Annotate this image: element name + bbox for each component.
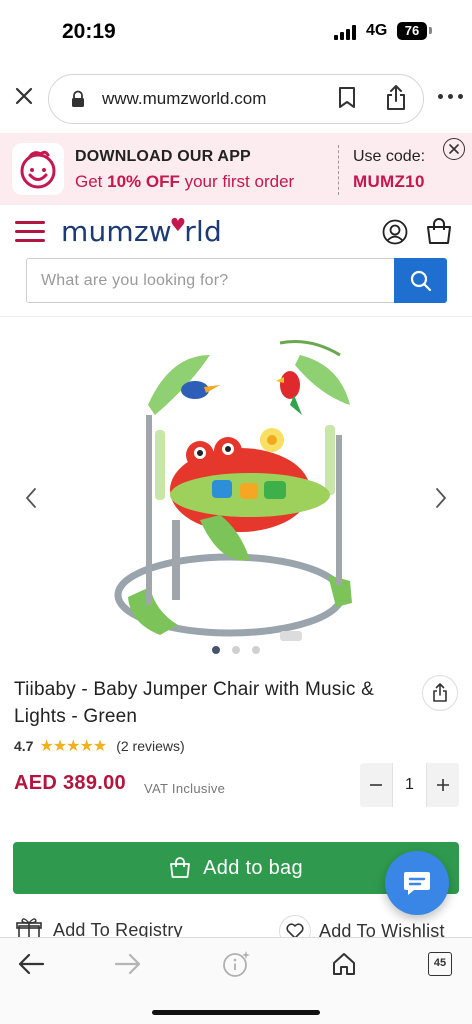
banner-sub-suffix: your first order	[179, 172, 295, 191]
app-download-banner[interactable]: DOWNLOAD OUR APP Get 10% OFF your first …	[0, 133, 472, 205]
bookmark-icon[interactable]	[337, 86, 357, 115]
browser-url-bar: www.mumzworld.com	[0, 68, 472, 128]
product-price: AED 389.00	[14, 772, 126, 794]
signal-icon	[334, 24, 358, 40]
reviews-link[interactable]: (2 reviews)	[116, 738, 184, 754]
search-input[interactable]	[27, 259, 394, 302]
forward-arrow-icon[interactable]	[114, 952, 142, 981]
product-share-button[interactable]	[422, 675, 458, 711]
network-type: 4G	[366, 22, 388, 39]
carousel-dot[interactable]	[252, 646, 260, 654]
carousel-next-button[interactable]	[422, 479, 460, 517]
banner-divider	[338, 145, 339, 195]
site-header: mumzw♥rld	[0, 207, 472, 257]
banner-title: DOWNLOAD OUR APP	[75, 148, 251, 165]
search-icon	[410, 270, 431, 291]
product-image[interactable]	[100, 335, 370, 655]
banner-sub-discount: 10% OFF	[107, 172, 180, 191]
carousel-dot[interactable]	[212, 646, 220, 654]
more-icon[interactable]	[438, 94, 464, 100]
home-indicator	[152, 1010, 320, 1015]
rating-value: 4.7	[14, 738, 34, 754]
share-icon[interactable]	[385, 84, 407, 117]
quantity-value[interactable]: 1	[392, 763, 427, 807]
app-logo-icon	[12, 143, 64, 195]
page-info-icon[interactable]	[222, 950, 252, 983]
rating-row: 4.7 ★★★★★ (2 reviews)	[14, 736, 185, 756]
header-divider	[0, 316, 472, 317]
share-icon	[433, 683, 447, 702]
rating-stars: ★★★★★	[39, 738, 107, 755]
account-icon[interactable]	[382, 219, 408, 250]
url-text: www.mumzworld.com	[102, 89, 267, 108]
battery-tip	[429, 27, 432, 34]
banner-close-icon[interactable]	[443, 138, 465, 160]
brand-text-left: mumzw	[61, 215, 172, 248]
back-arrow-icon[interactable]	[17, 952, 45, 981]
chat-icon[interactable]	[385, 851, 449, 915]
status-bar: 20:19 4G 76	[0, 0, 472, 62]
carousel-dots	[212, 646, 272, 656]
add-to-bag-label: Add to bag	[203, 856, 303, 879]
menu-icon[interactable]	[15, 221, 45, 243]
minus-icon	[370, 784, 382, 786]
bag-icon	[170, 857, 191, 878]
vat-label: VAT Inclusive	[144, 781, 226, 796]
search-bar	[26, 258, 447, 303]
bag-icon[interactable]	[425, 218, 453, 251]
home-icon[interactable]	[331, 951, 357, 982]
address-bar[interactable]: www.mumzworld.com	[48, 74, 424, 124]
banner-subtitle: Get 10% OFF your first order	[75, 172, 294, 192]
chevron-right-icon	[436, 488, 446, 508]
brand-logo[interactable]: mumzw♥rld	[61, 215, 222, 248]
chevron-left-icon	[26, 488, 36, 508]
banner-code-label: Use code:	[353, 148, 426, 165]
plus-icon	[437, 779, 449, 791]
tabs-button[interactable]: 45	[428, 952, 452, 976]
banner-sub-prefix: Get	[75, 172, 108, 191]
decrease-quantity-button[interactable]	[360, 763, 392, 807]
search-button[interactable]	[394, 258, 447, 303]
increase-quantity-button[interactable]	[427, 763, 459, 807]
carousel-dot[interactable]	[232, 646, 240, 654]
status-time: 20:19	[62, 20, 116, 43]
brand-text-right: rld	[184, 215, 222, 248]
lock-icon	[71, 90, 85, 113]
close-icon[interactable]	[10, 82, 38, 110]
quantity-stepper: 1	[360, 763, 459, 807]
carousel-prev-button[interactable]	[12, 479, 50, 517]
brand-heart: ♥	[169, 215, 187, 236]
product-title: Tiibaby - Baby Jumper Chair with Music &…	[14, 679, 374, 727]
promo-code: MUMZ10	[353, 172, 425, 191]
battery-icon: 76	[397, 22, 427, 40]
